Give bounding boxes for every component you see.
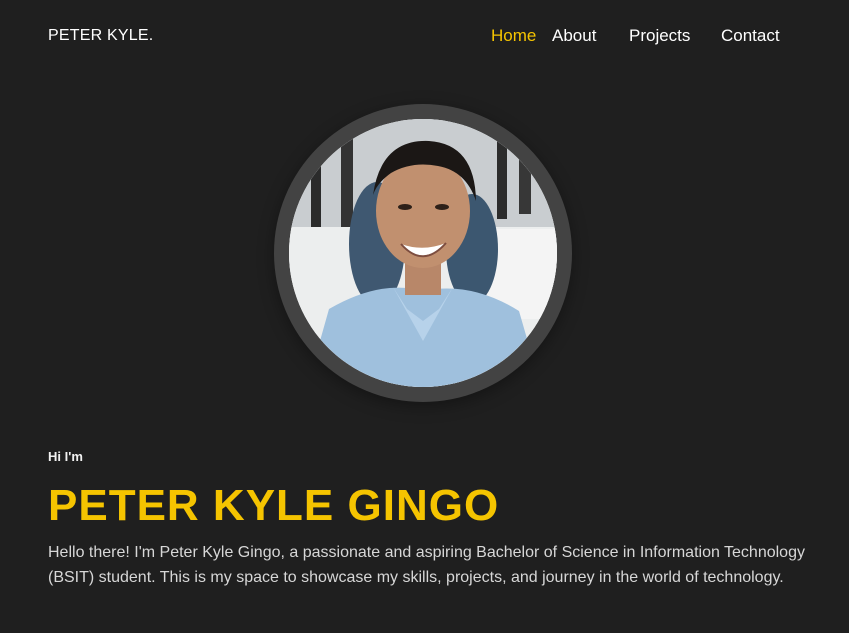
- nav-contact[interactable]: Contact: [721, 26, 780, 46]
- nav-about[interactable]: About: [552, 26, 596, 46]
- profile-photo-image: [289, 119, 557, 387]
- hero-intro: Hello there! I'm Peter Kyle Gingo, a pas…: [48, 544, 805, 586]
- brand-logo[interactable]: PETER KYLE.: [48, 27, 153, 45]
- profile-photo-frame: [274, 104, 572, 402]
- profile-photo: [289, 119, 557, 387]
- nav-home[interactable]: Home: [491, 26, 536, 46]
- nav-projects[interactable]: Projects: [629, 26, 690, 46]
- hero-name: PETER KYLE GINGO: [48, 481, 500, 530]
- hero-greeting: Hi I'm: [48, 449, 83, 464]
- navbar: PETER KYLE. Home About Projects Contact: [0, 0, 849, 72]
